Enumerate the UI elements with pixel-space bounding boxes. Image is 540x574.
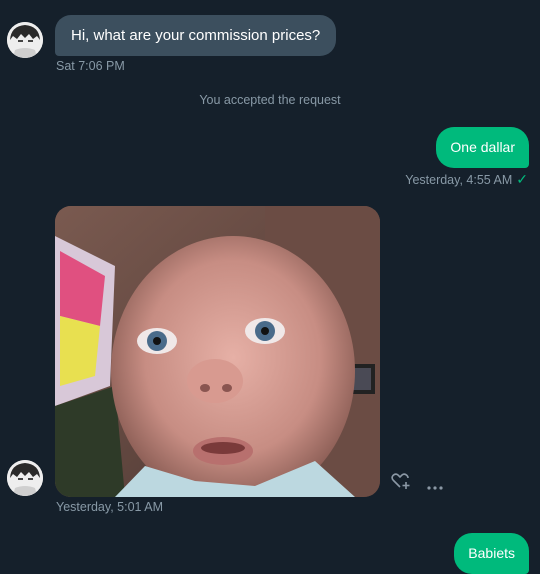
avatar[interactable] <box>7 460 43 496</box>
avatar[interactable] <box>7 22 43 58</box>
message-text: Babiets <box>468 545 515 561</box>
heart-plus-icon[interactable] <box>391 472 411 495</box>
more-dots-icon[interactable] <box>427 478 443 496</box>
message-timestamp: Sat 7:06 PM <box>56 59 125 73</box>
message-bubble-outgoing[interactable]: One dallar <box>436 127 529 168</box>
message-text: One dallar <box>450 139 515 155</box>
message-image[interactable] <box>55 206 380 497</box>
message-status-line: Yesterday, 4:55 AM ✓ <box>405 171 528 188</box>
sent-check-icon: ✓ <box>516 171 528 187</box>
system-notice: You accepted the request <box>199 93 341 107</box>
message-timestamp: Yesterday, 5:01 AM <box>56 500 164 514</box>
message-bubble-incoming[interactable]: Hi, what are your commission prices? <box>55 15 337 56</box>
message-bubble-outgoing[interactable]: Babiets <box>454 533 529 574</box>
message-text: Hi, what are your commission prices? <box>71 27 321 44</box>
message-timestamp: Yesterday, 4:55 AM <box>405 173 513 187</box>
